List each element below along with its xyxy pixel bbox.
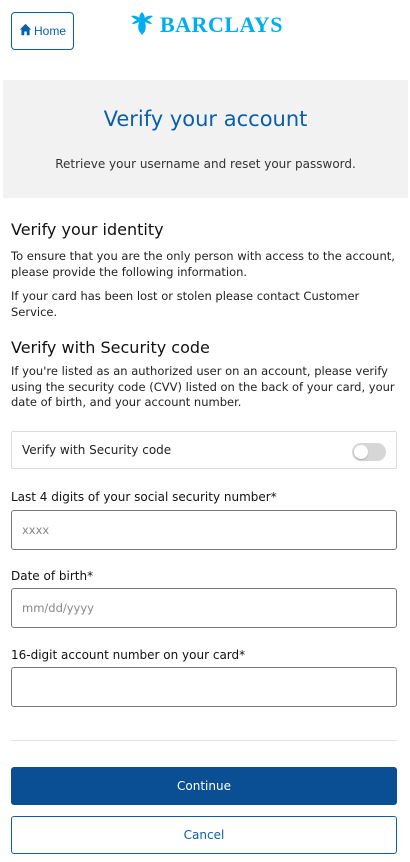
dob-label: Date of birth* xyxy=(11,569,94,583)
page-subtitle: Retrieve your username and reset your pa… xyxy=(55,157,356,171)
divider xyxy=(11,740,397,741)
home-button[interactable]: Home xyxy=(11,12,74,50)
brand-name: BARCLAYS xyxy=(160,12,284,37)
page-title: Verify your account xyxy=(103,107,308,131)
hero-panel: Verify your account Retrieve your userna… xyxy=(3,80,408,198)
identity-paragraph: To ensure that you are the only person w… xyxy=(11,249,395,279)
ssn-label: Last 4 digits of your social security nu… xyxy=(11,490,277,504)
cancel-button[interactable]: Cancel xyxy=(11,816,397,854)
account-number-input[interactable] xyxy=(11,667,397,707)
eagle-logo-icon xyxy=(130,10,154,40)
security-heading: Verify with Security code xyxy=(11,338,210,357)
security-code-toggle-row: Verify with Security code xyxy=(11,431,397,469)
account-number-label: 16-digit account number on your card* xyxy=(11,648,246,662)
home-icon xyxy=(19,23,32,39)
ssn-input[interactable] xyxy=(11,510,397,550)
toggle-knob xyxy=(354,445,368,459)
security-code-toggle-label: Verify with Security code xyxy=(22,443,172,457)
identity-heading: Verify your identity xyxy=(11,220,164,239)
top-bar: Home BARCLAYS xyxy=(0,0,410,70)
lost-card-paragraph: If your card has been lost or stolen ple… xyxy=(11,289,360,319)
barclays-logo: BARCLAYS xyxy=(130,10,283,40)
dob-input[interactable] xyxy=(11,588,397,628)
security-paragraph: If you're listed as an authorized user o… xyxy=(11,364,395,409)
continue-button[interactable]: Continue xyxy=(11,767,397,805)
security-code-toggle[interactable] xyxy=(352,443,386,461)
home-button-label: Home xyxy=(33,24,66,38)
